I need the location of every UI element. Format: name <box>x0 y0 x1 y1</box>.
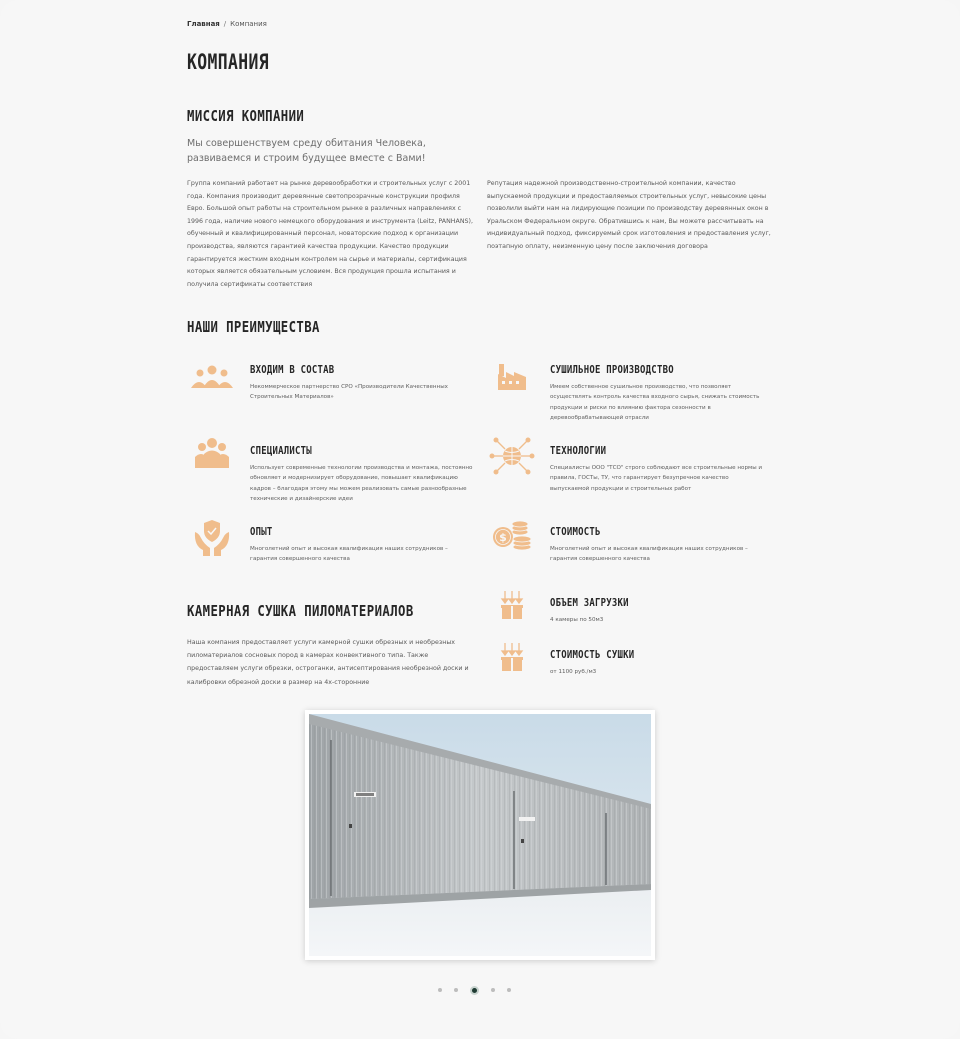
advantage-title: СТОИМОСТЬ <box>550 526 601 538</box>
page: Главная / Компания Компания Миссия компани… <box>0 0 960 1039</box>
advantage-desc: Имеем собственное сушильное производство… <box>550 384 760 421</box>
drying-title: Камерная сушка пиломатериалов <box>187 602 414 620</box>
drying-chambers-image <box>309 714 651 956</box>
advantages-title: Наши преимущества <box>187 318 320 336</box>
box-arrows-icon <box>487 589 537 629</box>
advantage-item: ОПЫТ Многолетний опыт и высокая квалифик… <box>187 520 487 566</box>
slider-dot[interactable] <box>438 988 442 992</box>
advantage-item: ТЕХНОЛОГИИ Специалисты ООО "ТСО" строго … <box>487 437 777 505</box>
advantage-desc: Многолетний опыт и высокая квалификация … <box>250 546 448 563</box>
drying-item: ОБЪЕМ ЗАГРУЗКИ 4 камеры по 50м3 <box>487 591 777 637</box>
advantage-title: СУШИЛЬНОЕ ПРОИЗВОДСТВО <box>550 364 674 376</box>
mission-text-col1: Группа компаний работает на рынке дерево… <box>187 180 473 288</box>
drying-item: СТОИМОСТЬ СУШКИ от 1100 руб./м3 <box>487 643 777 689</box>
mission-lead-line1: Мы совершенствуем среду обитания Человек… <box>187 138 426 149</box>
svg-text:$: $ <box>499 531 507 544</box>
advantage-item: СПЕЦИАЛИСТЫ Использует современные техно… <box>187 438 487 505</box>
factory-icon <box>487 358 537 404</box>
box-arrows-icon <box>487 641 537 681</box>
mission-title: Миссия компании <box>187 107 305 125</box>
breadcrumb-home-link[interactable]: Главная <box>187 20 220 28</box>
slider-dot[interactable] <box>507 988 511 992</box>
breadcrumb-separator: / <box>223 20 227 28</box>
slider-pagination <box>438 984 511 996</box>
globe-network-icon <box>487 437 537 477</box>
specialists-icon <box>187 437 237 477</box>
advantage-desc: Специалисты ООО "ТСО" строго соблюдают в… <box>550 465 763 492</box>
advantage-desc: Многолетний опыт и высокая квалификация … <box>550 546 748 563</box>
advantage-title: ТЕХНОЛОГИИ <box>550 445 607 457</box>
advantage-title: ОПЫТ <box>250 526 273 538</box>
mission-lead: Мы совершенствуем среду обитания Человек… <box>187 136 427 166</box>
breadcrumb: Главная / Компания <box>187 20 267 28</box>
slider-dot-active[interactable] <box>470 985 479 995</box>
mission-text-col2: Репутация надежной производственно-строи… <box>487 180 771 250</box>
drying-item-desc: 4 камеры по 50м3 <box>550 617 604 623</box>
advantage-item: $ СТОИМОСТЬ Многолетний опыт и высокая к… <box>487 520 777 566</box>
drying-item-desc: от 1100 руб./м3 <box>550 669 597 675</box>
drying-chambers-photo[interactable] <box>305 710 655 960</box>
advantage-desc: Использует современные технологии произв… <box>250 465 473 502</box>
drying-item-title: ОБЪЕМ ЗАГРУЗКИ <box>550 597 629 609</box>
advantage-item: СУШИЛЬНОЕ ПРОИЗВОДСТВО Имеем собственное… <box>487 358 777 424</box>
page-title: Компания <box>187 50 270 74</box>
coins-icon: $ <box>487 518 537 558</box>
mission-lead-line2: развиваемся и строим будущее вместе с Ва… <box>187 153 426 164</box>
drying-text: Наша компания предоставляет услуги камер… <box>187 639 469 686</box>
slider-dot[interactable] <box>454 988 458 992</box>
breadcrumb-current: Компания <box>230 20 267 28</box>
drying-item-title: СТОИМОСТЬ СУШКИ <box>550 649 635 661</box>
people-group-icon <box>187 364 237 404</box>
slider-dot[interactable] <box>491 988 495 992</box>
advantage-desc: Некоммерческое партнерство СРО «Производ… <box>250 384 448 401</box>
advantage-title: ВХОДИМ В СОСТАВ <box>250 364 335 376</box>
shield-hands-icon <box>187 518 237 558</box>
advantage-title: СПЕЦИАЛИСТЫ <box>250 445 312 457</box>
advantage-item: ВХОДИМ В СОСТАВ Некоммерческое партнерст… <box>187 364 487 424</box>
